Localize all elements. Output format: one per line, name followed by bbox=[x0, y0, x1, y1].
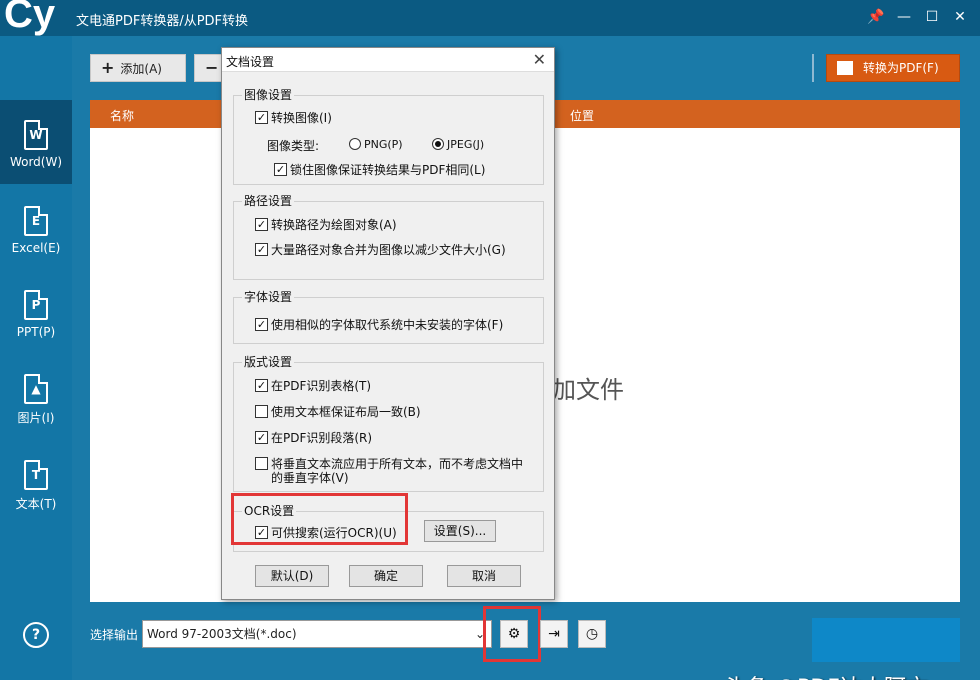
start-convert-button[interactable] bbox=[812, 618, 960, 662]
checkbox-checked-icon: ✓ bbox=[274, 163, 287, 176]
sidebar-item-label: PPT(P) bbox=[16, 325, 56, 339]
toolbar-divider bbox=[812, 54, 814, 82]
convert-arrow-icon bbox=[837, 60, 853, 75]
path-settings-group: 路径设置 ✓ 转换路径为绘图对象(A) ✓ 大量路径对象合并为图像以减少文件大小(G… bbox=[233, 192, 544, 280]
output-format-select[interactable]: Word 97-2003文档(*.doc) ⌄ bbox=[142, 620, 492, 648]
help-icon[interactable]: ? bbox=[23, 622, 49, 648]
checkbox-checked-icon: ✓ bbox=[255, 243, 268, 256]
lock-image-checkbox[interactable]: ✓ 锁住图像保证转换结果与PDF相同(L) bbox=[274, 161, 485, 178]
column-location[interactable]: 位置 bbox=[570, 107, 594, 124]
history-button[interactable]: ◷ bbox=[578, 620, 606, 648]
checkbox-checked-icon: ✓ bbox=[255, 218, 268, 231]
group-title: 路径设置 bbox=[242, 192, 295, 209]
similar-font-checkbox[interactable]: ✓ 使用相似的字体取代系统中未安装的字体(F) bbox=[255, 316, 503, 333]
checkbox-checked-icon: ✓ bbox=[255, 111, 268, 124]
dialog-close-icon[interactable]: ✕ bbox=[533, 50, 546, 69]
checkbox-checked-icon: ✓ bbox=[255, 379, 268, 392]
sidebar-item-excel[interactable]: E Excel(E) bbox=[0, 186, 72, 270]
sidebar-item-label: Word(W) bbox=[9, 155, 63, 169]
checkbox-checked-icon: ✓ bbox=[255, 431, 268, 444]
add-button-label: 添加(A) bbox=[120, 62, 162, 76]
detect-table-checkbox[interactable]: ✓ 在PDF识别表格(T) bbox=[255, 377, 371, 394]
radio-icon bbox=[349, 138, 361, 150]
checkbox-checked-icon: ✓ bbox=[255, 318, 268, 331]
png-radio[interactable]: PNG(P) bbox=[349, 138, 403, 151]
radio-selected-icon bbox=[432, 138, 444, 150]
sidebar-item-label: Excel(E) bbox=[11, 241, 61, 255]
excel-doc-icon: E bbox=[24, 206, 48, 236]
image-settings-group: 图像设置 ✓ 转换图像(I) 图像类型: PNG(P) JPEG(J) ✓ 锁住图像… bbox=[233, 86, 544, 185]
convert-button-label: 转换为PDF(F) bbox=[863, 61, 939, 75]
title-bar: Cy 文电通PDF转换器/从PDF转换 📌 — ☐ ✕ bbox=[0, 0, 980, 36]
output-format-value: Word 97-2003文档(*.doc) bbox=[147, 627, 297, 641]
default-button[interactable]: 默认(D) bbox=[255, 565, 329, 587]
sidebar-item-label: 图片(I) bbox=[17, 411, 55, 425]
group-title: 版式设置 bbox=[242, 353, 295, 370]
convert-path-checkbox[interactable]: ✓ 转换路径为绘图对象(A) bbox=[255, 216, 397, 233]
maximize-button[interactable]: ☐ bbox=[920, 6, 944, 28]
add-button[interactable]: + 添加(A) bbox=[90, 54, 186, 82]
textbox-layout-checkbox[interactable]: 使用文本框保证布局一致(B) bbox=[255, 403, 421, 420]
sidebar: W Word(W) E Excel(E) P PPT(P) ▲ 图片(I) T … bbox=[0, 36, 72, 680]
cancel-button[interactable]: 取消 bbox=[447, 565, 521, 587]
pin-icon[interactable]: 📌 bbox=[864, 6, 888, 28]
ok-button[interactable]: 确定 bbox=[349, 565, 423, 587]
document-settings-dialog: 文档设置 ✕ 图像设置 ✓ 转换图像(I) 图像类型: PNG(P) JPEG(J… bbox=[221, 47, 555, 600]
ocr-settings-button[interactable]: 设置(S)... bbox=[424, 520, 496, 542]
sidebar-item-ppt[interactable]: P PPT(P) bbox=[0, 270, 72, 354]
image-type-label: 图像类型: bbox=[267, 139, 320, 153]
sidebar-item-word[interactable]: W Word(W) bbox=[0, 100, 72, 184]
gear-highlight-box bbox=[483, 606, 541, 662]
window-title: 文电通PDF转换器/从PDF转换 bbox=[76, 14, 249, 29]
image-doc-icon: ▲ bbox=[24, 374, 48, 404]
detect-paragraph-checkbox[interactable]: ✓ 在PDF识别段落(R) bbox=[255, 429, 372, 446]
text-doc-icon: T bbox=[24, 460, 48, 490]
close-button[interactable]: ✕ bbox=[948, 6, 972, 28]
output-label: 选择输出 bbox=[90, 628, 139, 642]
dialog-title-bar: 文档设置 ✕ bbox=[222, 48, 554, 72]
sidebar-item-text[interactable]: T 文本(T) bbox=[0, 440, 72, 524]
export-button[interactable]: ⇥ bbox=[540, 620, 568, 648]
layout-settings-group: 版式设置 ✓ 在PDF识别表格(T) 使用文本框保证布局一致(B) ✓ 在PDF识别… bbox=[233, 353, 544, 492]
convert-image-checkbox[interactable]: ✓ 转换图像(I) bbox=[255, 109, 332, 126]
sidebar-item-label: 文本(T) bbox=[15, 497, 57, 511]
app-logo: Cy bbox=[4, 0, 56, 36]
ocr-highlight-box bbox=[231, 493, 408, 545]
checkbox-empty-icon bbox=[255, 405, 268, 418]
plus-icon: + bbox=[101, 58, 115, 77]
convert-to-pdf-button[interactable]: 转换为PDF(F) bbox=[826, 54, 960, 82]
group-title: 字体设置 bbox=[242, 288, 295, 305]
merge-paths-checkbox[interactable]: ✓ 大量路径对象合并为图像以减少文件大小(G) bbox=[255, 241, 506, 258]
vertical-text-label-line2: 的垂直字体(V) bbox=[271, 471, 349, 485]
watermark-text: 头条 @PDF达人阿文 bbox=[724, 670, 928, 680]
group-title: 图像设置 bbox=[242, 86, 295, 103]
minimize-button[interactable]: — bbox=[892, 6, 916, 28]
minus-icon: − bbox=[205, 58, 219, 77]
checkbox-empty-icon bbox=[255, 457, 268, 470]
dialog-title: 文档设置 bbox=[226, 55, 275, 69]
ppt-doc-icon: P bbox=[24, 290, 48, 320]
empty-hint: 加文件 bbox=[552, 376, 624, 404]
word-doc-icon: W bbox=[24, 120, 48, 150]
column-name[interactable]: 名称 bbox=[110, 107, 134, 124]
font-settings-group: 字体设置 ✓ 使用相似的字体取代系统中未安装的字体(F) bbox=[233, 288, 544, 344]
jpeg-radio[interactable]: JPEG(J) bbox=[432, 138, 484, 151]
sidebar-item-image[interactable]: ▲ 图片(I) bbox=[0, 354, 72, 438]
